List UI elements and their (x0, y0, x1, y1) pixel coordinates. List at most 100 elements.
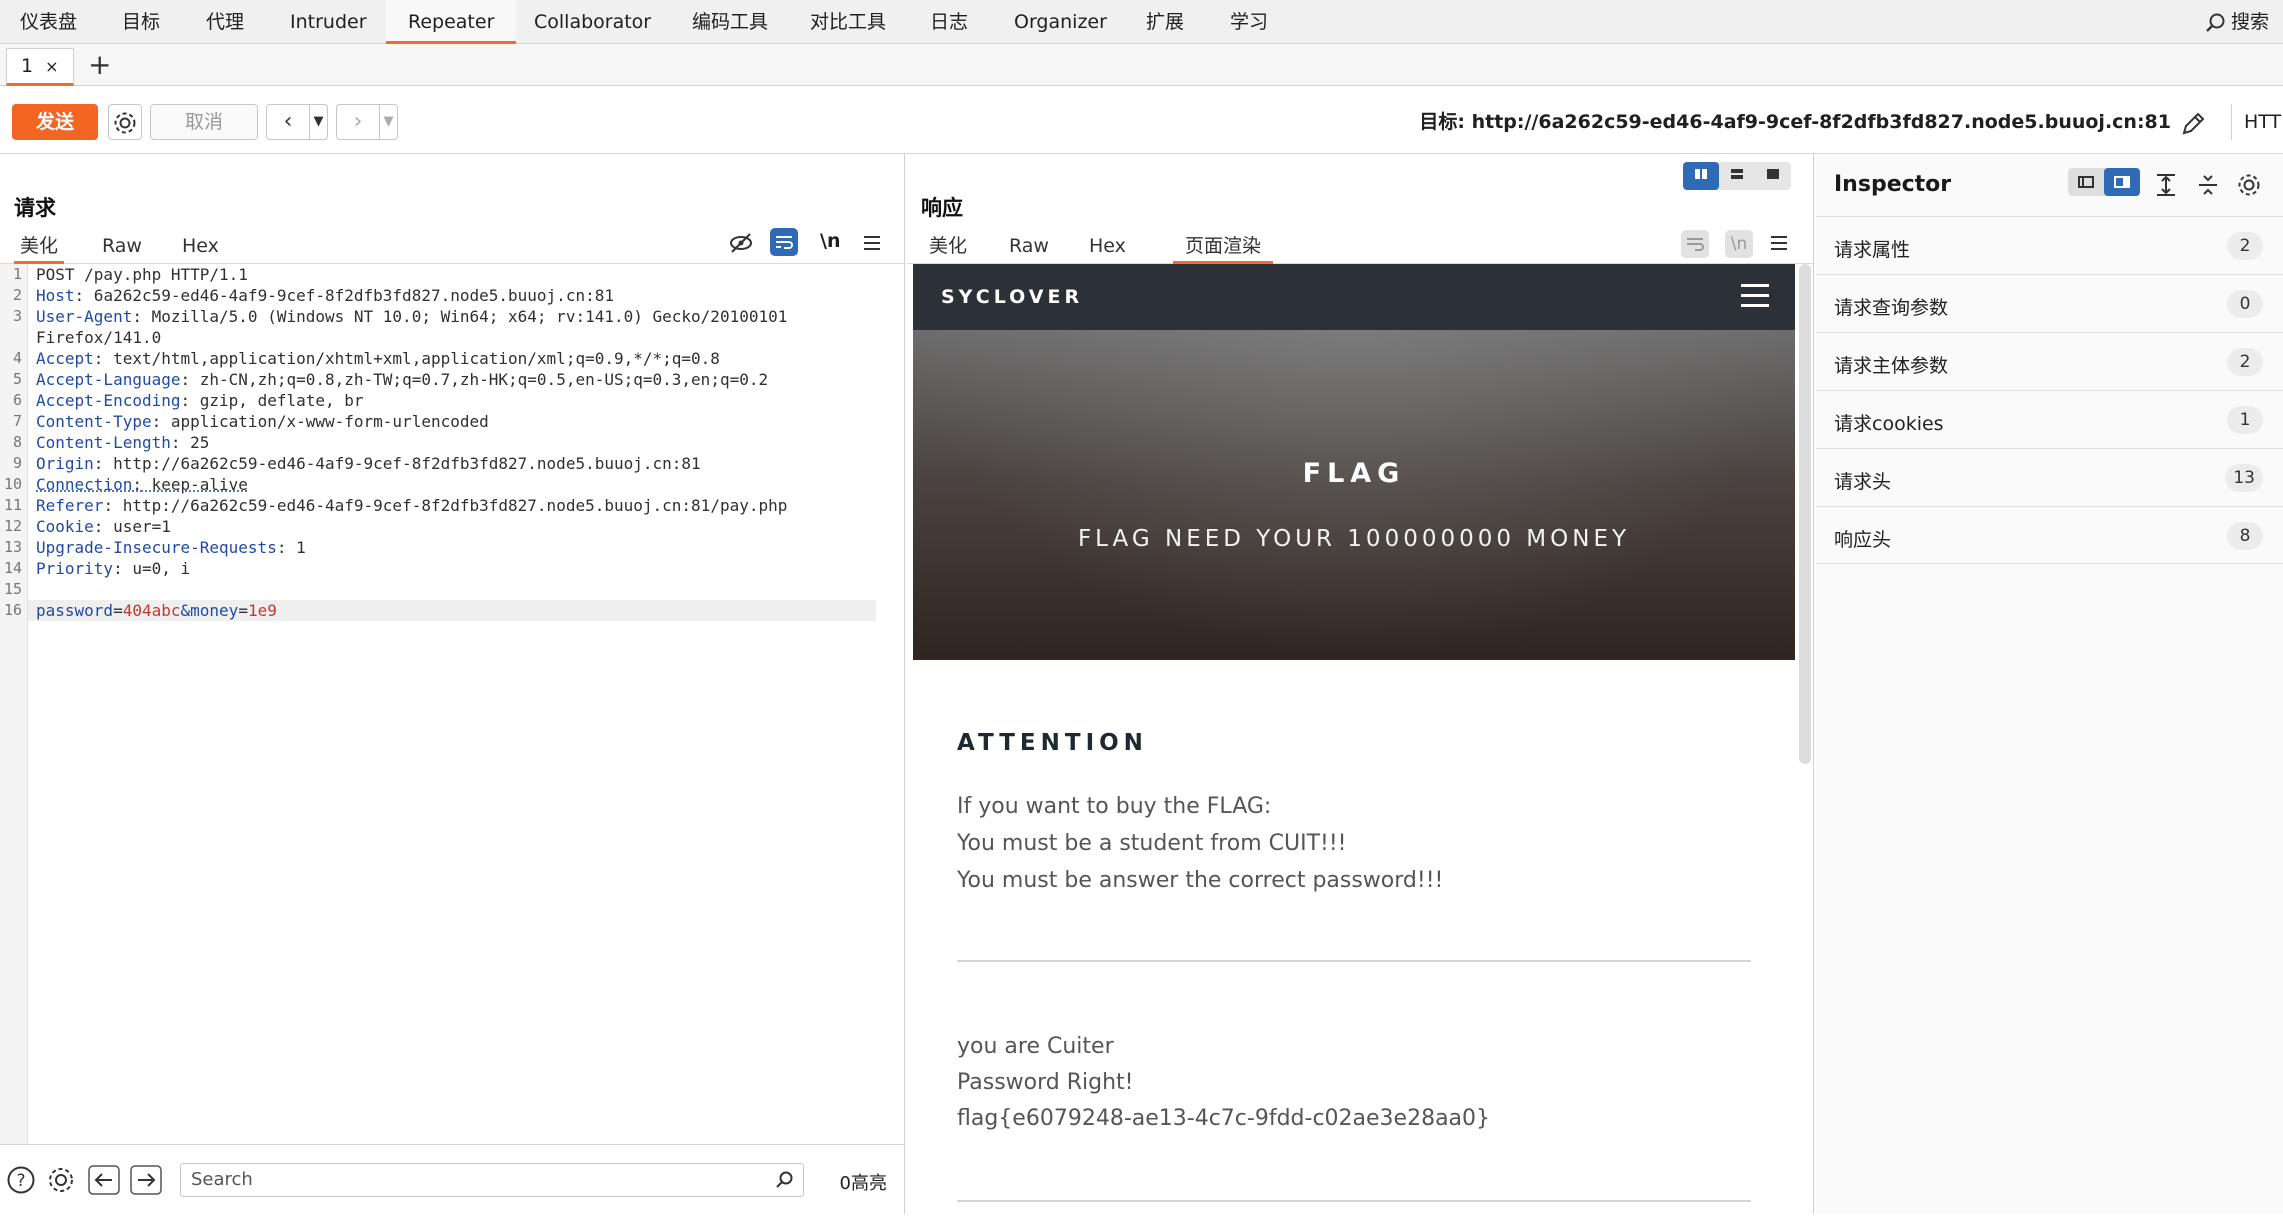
arrow-left-icon[interactable] (88, 1165, 120, 1195)
header-value: 6a262c59-ed46-4af9-9cef-8f2dfb3fd827.nod… (84, 286, 614, 305)
gear-icon[interactable] (46, 1165, 76, 1195)
header-name: Priority (36, 559, 114, 578)
hero-subtitle: FLAG NEED YOUR 100000000 MONEY (1077, 526, 1631, 552)
request-title: 请求 (14, 196, 56, 220)
side-by-side-icon[interactable] (1683, 162, 1719, 190)
line-number: 7 (12, 412, 22, 430)
inspector-row-request-attributes[interactable]: 请求属性 2 (1816, 216, 2283, 274)
row-count: 13 (2225, 464, 2263, 492)
hamburger-icon[interactable] (1741, 284, 1769, 308)
header-name: Upgrade-Insecure-Requests (36, 538, 277, 557)
rendered-page: SYCLOVER FLAG FLAG NEED YOUR 100000000 M… (913, 264, 1795, 1214)
header-value: text/html,application/xhtml+xml,applicat… (103, 349, 720, 368)
list-view-icon[interactable] (2068, 168, 2104, 196)
inspector-row-body-params[interactable]: 请求主体参数 2 (1816, 332, 2283, 390)
inspector-row-cookies[interactable]: 请求cookies 1 (1816, 390, 2283, 448)
menu-icon[interactable] (862, 234, 882, 252)
add-tab-button[interactable]: + (88, 48, 111, 82)
code-line: 14 Priority: u=0, i (0, 558, 890, 579)
line-number: 3 (12, 307, 22, 325)
line-number: 5 (12, 370, 22, 388)
arrow-right-icon[interactable] (130, 1165, 162, 1195)
tab-pretty[interactable]: 美化 (14, 228, 65, 264)
cancel-button[interactable]: 取消 (150, 104, 258, 140)
line-number: 10 (3, 475, 22, 493)
line-number: 6 (12, 391, 22, 409)
menu-collaborator[interactable]: Collaborator (534, 0, 651, 44)
inspector-row-request-headers[interactable]: 请求头 13 (1816, 448, 2283, 506)
search-button[interactable]: 搜索 (2205, 0, 2269, 44)
panel-view-icon[interactable] (2104, 168, 2140, 196)
menu-icon[interactable] (1769, 234, 1789, 252)
menu-logger[interactable]: 日志 (930, 0, 968, 44)
menu-decoder[interactable]: 编码工具 (692, 0, 768, 44)
inspector-row-response-headers[interactable]: 响应头 8 (1816, 506, 2283, 564)
wrap-text-icon[interactable] (770, 228, 798, 256)
tab-render[interactable]: 页面渲染 (1173, 228, 1274, 264)
tab-hex[interactable]: Hex (1083, 228, 1132, 264)
main-menu: 仪表盘 目标 代理 Intruder Repeater Collaborator… (0, 0, 2283, 44)
close-icon[interactable]: × (45, 57, 58, 76)
eye-off-icon[interactable] (728, 230, 754, 256)
header-value: user=1 (103, 517, 171, 536)
help-icon[interactable]: ? (6, 1165, 36, 1195)
collapse-icon[interactable] (2196, 172, 2220, 198)
code-line: 2 Host: 6a262c59-ed46-4af9-9cef-8f2dfb3fd… (0, 285, 890, 306)
http-version[interactable]: HTTP/1 (2231, 104, 2283, 140)
line-number: 4 (12, 349, 22, 367)
tab-raw[interactable]: Raw (1003, 228, 1055, 264)
line-number: 12 (3, 517, 22, 535)
menu-proxy[interactable]: 代理 (206, 0, 244, 44)
line-number: 2 (12, 286, 22, 304)
line-content: POST /pay.php HTTP/1.1 (36, 264, 248, 285)
send-button[interactable]: 发送 (12, 104, 98, 140)
tab-raw[interactable]: Raw (96, 228, 148, 264)
line-content: Content-Type: application/x-www-form-url… (36, 412, 489, 431)
request-editor[interactable]: 1 POST /pay.php HTTP/1.1 2 Host: 6a262c59-e… (0, 264, 890, 1144)
header-name: Accept (36, 349, 94, 368)
inspector-row-query-params[interactable]: 请求查询参数 0 (1816, 274, 2283, 332)
hero-title: FLAG (1302, 458, 1406, 489)
request-panel: 请求 美化 Raw Hex \n 1 POST /pay.php HTTP/1.1… (0, 154, 905, 1214)
repeater-tab-1[interactable]: 1 × (6, 48, 74, 86)
site-brand[interactable]: SYCLOVER (941, 286, 1083, 308)
search-input[interactable]: Search (180, 1163, 804, 1197)
chevron-down-icon[interactable]: ▼ (379, 105, 397, 139)
inspector-layout-toggle (2068, 168, 2140, 196)
code-line: 7 Content-Type: application/x-www-form-ur… (0, 411, 890, 432)
header-value: Mozilla/5.0 (Windows NT 10.0; Win64; x64… (141, 307, 788, 326)
single-pane-icon[interactable] (1755, 162, 1791, 190)
stacked-icon[interactable] (1719, 162, 1755, 190)
newline-toggle[interactable]: \n (820, 230, 840, 252)
chevron-left-icon[interactable]: ‹ (267, 105, 309, 139)
tab-hex[interactable]: Hex (176, 228, 225, 264)
header-value: gzip, deflate, br (190, 391, 364, 410)
chevron-right-icon[interactable]: › (337, 105, 379, 139)
menu-target[interactable]: 目标 (122, 0, 160, 44)
line-number: 16 (3, 601, 22, 619)
response-scrollbar[interactable] (1799, 264, 1811, 764)
newline-toggle[interactable]: \n (1725, 230, 1753, 258)
code-line: 13 Upgrade-Insecure-Requests: 1 (0, 537, 890, 558)
chevron-down-icon[interactable]: ▼ (309, 105, 327, 139)
menu-organizer[interactable]: Organizer (1014, 0, 1107, 44)
menu-extensions[interactable]: 扩展 (1146, 0, 1184, 44)
wrap-text-icon[interactable] (1681, 230, 1709, 258)
menu-dashboard[interactable]: 仪表盘 (20, 0, 77, 44)
expand-icon[interactable] (2154, 172, 2178, 198)
line-number: 11 (3, 496, 22, 514)
menu-repeater[interactable]: Repeater (386, 0, 517, 44)
line-number: 8 (12, 433, 22, 451)
row-label: 响应头 (1834, 529, 1892, 551)
pencil-icon[interactable] (2179, 110, 2207, 138)
menu-comparer[interactable]: 对比工具 (810, 0, 886, 44)
menu-intruder[interactable]: Intruder (290, 0, 367, 44)
gear-icon[interactable] (2236, 172, 2262, 198)
divider (957, 1200, 1751, 1202)
header-value: http://6a262c59-ed46-4af9-9cef-8f2dfb3fd… (103, 454, 701, 473)
code-line: 5 Accept-Language: zh-CN,zh;q=0.8,zh-TW;q… (0, 369, 890, 390)
tab-pretty[interactable]: 美化 (923, 228, 973, 264)
settings-button[interactable] (108, 104, 142, 140)
menu-learn[interactable]: 学习 (1230, 0, 1268, 44)
code-line: 6 Accept-Encoding: gzip, deflate, br (0, 390, 890, 411)
